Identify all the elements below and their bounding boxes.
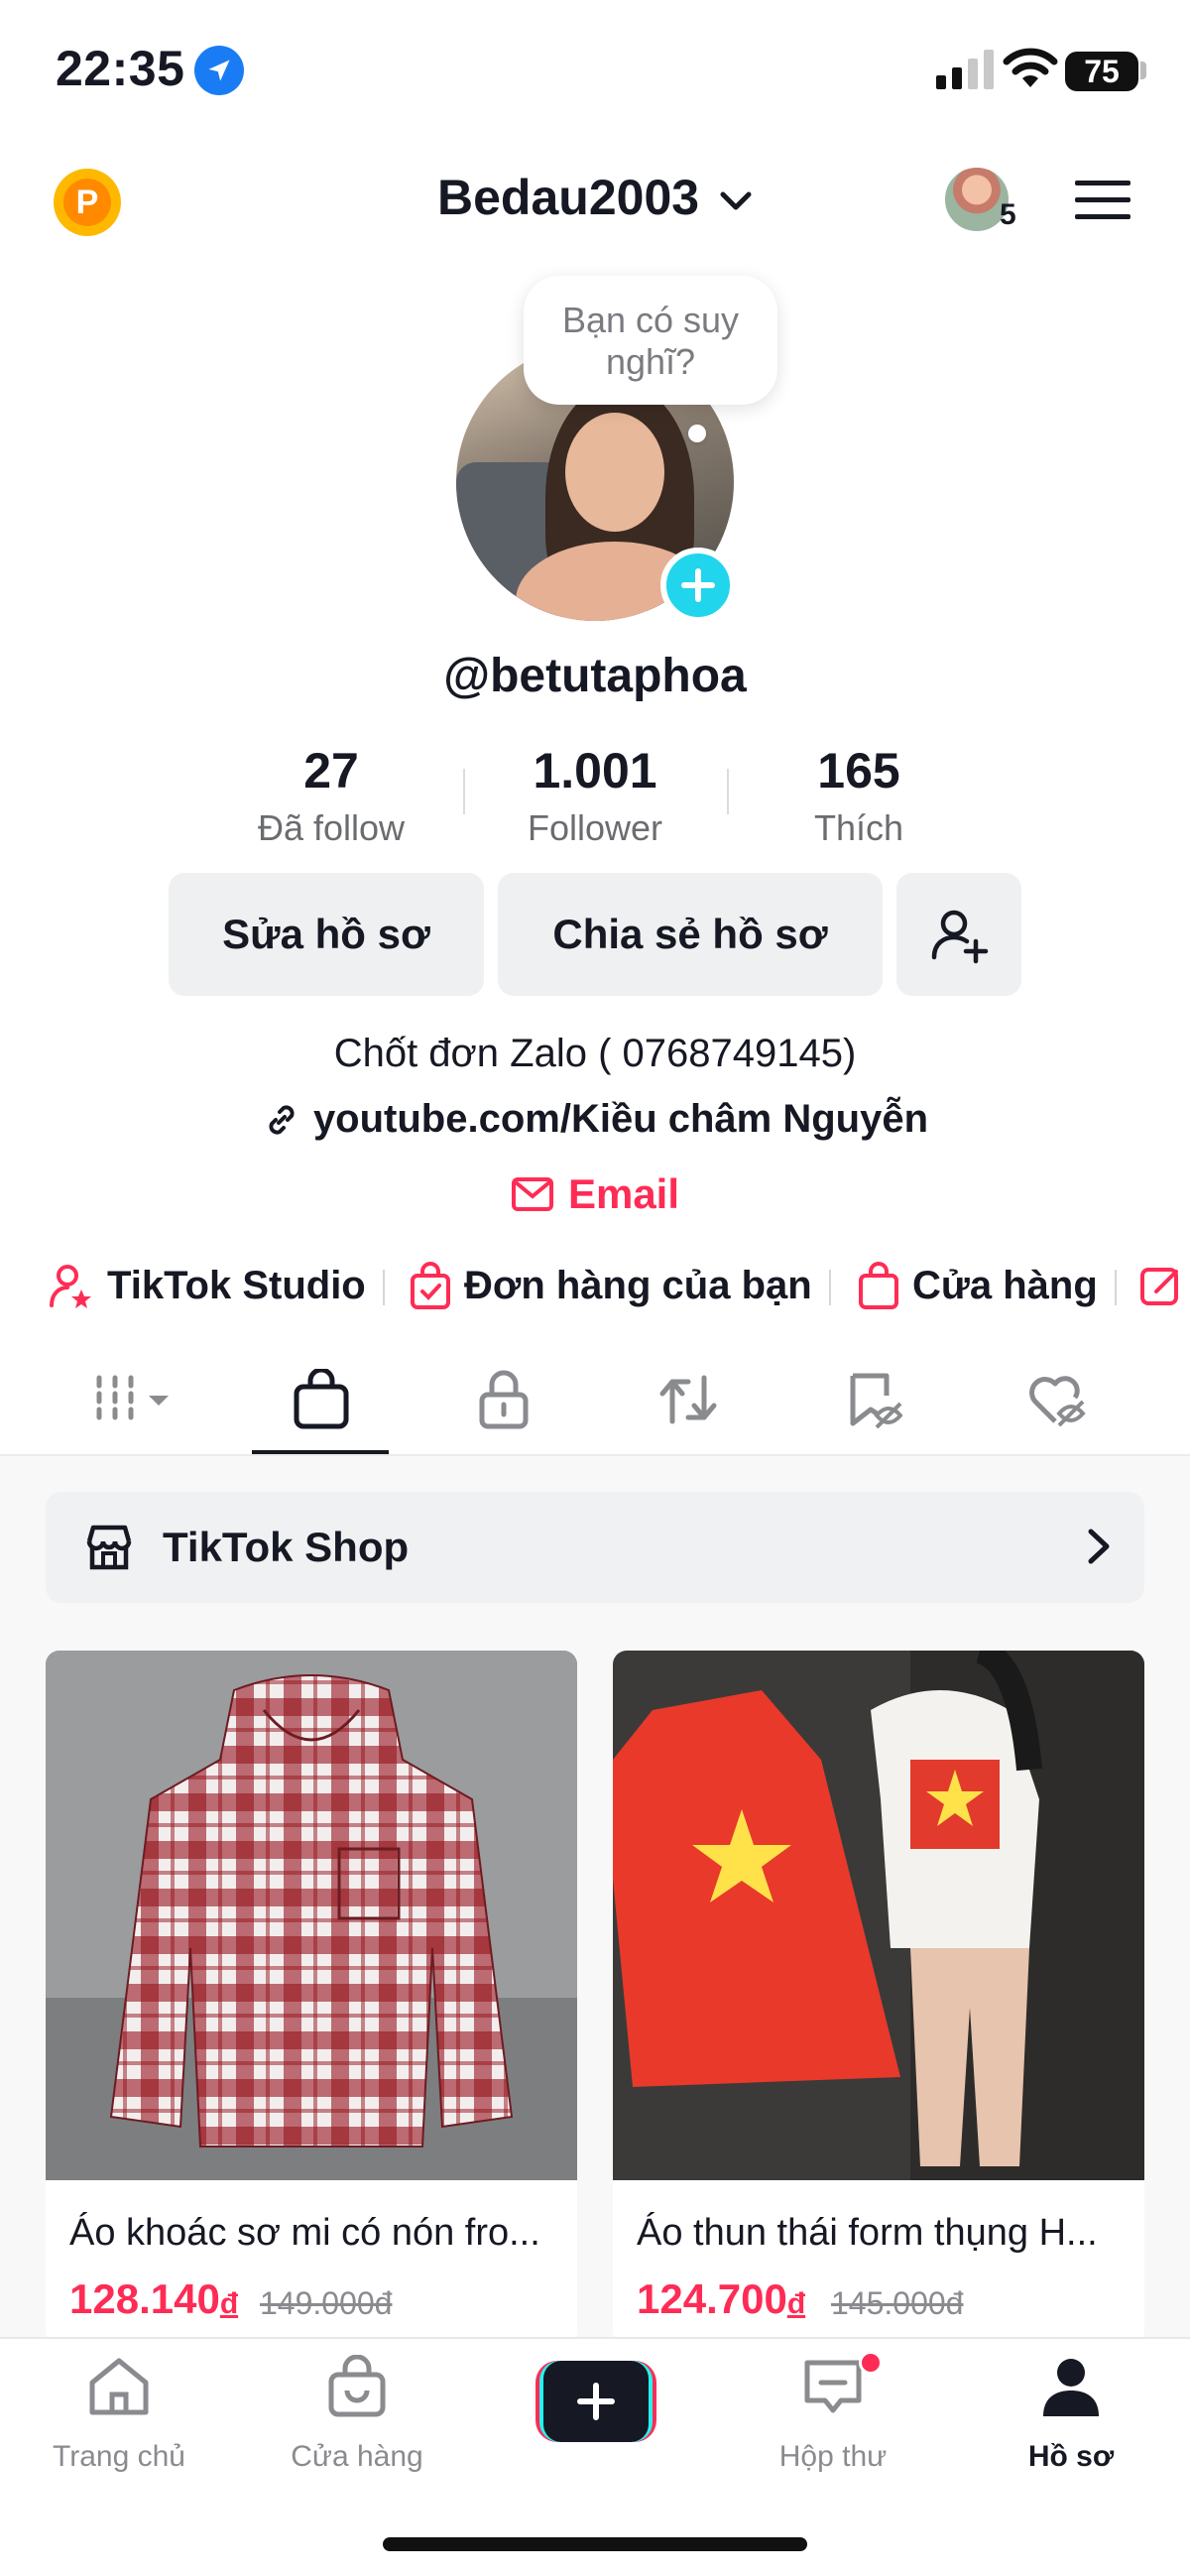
repost-icon bbox=[659, 1375, 717, 1424]
tab-shop[interactable] bbox=[282, 1367, 361, 1432]
product-image bbox=[613, 1651, 1144, 2180]
order-bag-icon bbox=[411, 1262, 450, 1309]
battery-cap bbox=[1140, 61, 1146, 79]
profile-icon bbox=[1043, 2359, 1099, 2416]
quick-link-label: TikTok Studio bbox=[107, 1263, 366, 1307]
quick-link-tiktok-studio[interactable]: TikTok Studio bbox=[48, 1258, 366, 1313]
add-story-button[interactable] bbox=[660, 548, 736, 623]
bio-text: Chốt đơn Zalo ( 0768749145) bbox=[333, 1032, 857, 1075]
email-label: Email bbox=[567, 1170, 680, 1217]
menu-icon[interactable] bbox=[1075, 177, 1130, 224]
quick-link-edit[interactable] bbox=[1138, 1258, 1182, 1313]
stat-followers[interactable]: 1.001 Follower bbox=[486, 742, 704, 849]
stat-value: 1.001 bbox=[533, 743, 657, 798]
link-icon bbox=[269, 1104, 295, 1135]
product-image bbox=[46, 1651, 577, 2180]
quick-link-label: Đơn hàng của bạn bbox=[464, 1263, 812, 1307]
nav-label: Trang chủ bbox=[53, 2440, 185, 2473]
nav-label: Hồ sơ bbox=[1027, 2440, 1115, 2473]
email-button[interactable]: Email bbox=[0, 1170, 1190, 1218]
product-price: 128.140đ bbox=[69, 2275, 238, 2323]
inbox-icon bbox=[804, 2360, 862, 2413]
divider bbox=[1115, 1270, 1117, 1305]
plus-icon bbox=[577, 2383, 615, 2420]
create-button[interactable] bbox=[543, 2361, 649, 2442]
profile-handle: @betutaphoa bbox=[443, 650, 747, 702]
bookmark-hidden-icon bbox=[850, 1373, 902, 1429]
mail-icon bbox=[511, 1177, 553, 1211]
shopping-bag-icon bbox=[859, 1262, 898, 1309]
battery-indicator: 75 bbox=[1065, 52, 1138, 91]
stat-label: Follower bbox=[527, 807, 663, 848]
location-arrow-icon bbox=[194, 46, 244, 95]
divider bbox=[727, 769, 729, 814]
edit-icon bbox=[1140, 1268, 1178, 1305]
thought-bubble[interactable]: Bạn có suy nghĩ? bbox=[524, 276, 777, 405]
shopping-bag-icon bbox=[294, 1369, 349, 1429]
tab-videos[interactable] bbox=[89, 1367, 188, 1432]
username: Bedau2003 bbox=[437, 170, 700, 225]
divider bbox=[463, 769, 465, 814]
creator-star-icon bbox=[50, 1265, 91, 1308]
stat-value: 165 bbox=[817, 743, 900, 798]
thought-bubble-tail bbox=[688, 425, 706, 442]
divider bbox=[383, 1270, 385, 1305]
chevron-down-icon bbox=[720, 191, 752, 210]
currency-symbol: đ bbox=[786, 2287, 806, 2320]
product-old-price: 145.000đ bbox=[831, 2285, 964, 2321]
plus-icon bbox=[681, 568, 715, 602]
tiktok-shop-entry[interactable]: TikTok Shop bbox=[46, 1492, 1144, 1603]
add-user-icon bbox=[931, 910, 989, 964]
quick-link-store[interactable]: Cửa hàng bbox=[857, 1258, 1098, 1313]
bio-link-text: youtube.com/Kiều châm Nguyễn bbox=[312, 1097, 929, 1141]
home-icon bbox=[89, 2358, 149, 2415]
stat-value: 27 bbox=[303, 743, 359, 798]
nav-inbox[interactable]: Hộp thư bbox=[734, 2355, 932, 2474]
quick-link-orders[interactable]: Đơn hàng của bạn bbox=[409, 1258, 812, 1313]
nav-label: Cửa hàng bbox=[291, 2440, 423, 2473]
status-time: 22:35 bbox=[56, 41, 185, 96]
tab-private[interactable] bbox=[464, 1367, 543, 1432]
shopping-bag-icon bbox=[328, 2354, 386, 2417]
nav-shop[interactable]: Cửa hàng bbox=[258, 2354, 456, 2474]
store-icon bbox=[86, 1525, 132, 1570]
edit-profile-button[interactable]: Sửa hồ sơ bbox=[169, 873, 484, 996]
heart-hidden-icon bbox=[1029, 1376, 1086, 1427]
product-card[interactable]: Áo khoác sơ mi có nón fro... 128.140đ 14… bbox=[46, 1651, 577, 2345]
stat-label: Đã follow bbox=[257, 807, 406, 848]
stat-label: Thích bbox=[813, 807, 904, 848]
product-title: Áo khoác sơ mi có nón fro... bbox=[69, 2212, 540, 2254]
product-old-price: 149.000đ bbox=[260, 2285, 393, 2321]
lock-icon bbox=[479, 1370, 529, 1429]
grid-icon bbox=[96, 1375, 169, 1424]
chevron-right-icon bbox=[1088, 1529, 1110, 1564]
shop-bar-label: TikTok Shop bbox=[163, 1524, 410, 1570]
cellular-signal-icon bbox=[936, 50, 994, 89]
quick-link-label: Cửa hàng bbox=[912, 1263, 1098, 1307]
stat-following[interactable]: 27 Đã follow bbox=[222, 742, 440, 849]
tab-liked[interactable] bbox=[1017, 1367, 1097, 1432]
currency-symbol: đ bbox=[219, 2287, 239, 2320]
price-value: 128.140 bbox=[69, 2275, 220, 2322]
friends-count-badge: 5 bbox=[1000, 198, 1016, 231]
nav-home[interactable]: Trang chủ bbox=[20, 2355, 218, 2474]
price-value: 124.700 bbox=[637, 2275, 787, 2322]
share-profile-button[interactable]: Chia sẻ hồ sơ bbox=[498, 873, 883, 996]
wifi-icon bbox=[1003, 48, 1058, 87]
product-card[interactable]: Áo thun thái form thụng H... 124.700đ 14… bbox=[613, 1651, 1144, 2345]
tab-reposts[interactable] bbox=[649, 1367, 728, 1432]
nav-profile[interactable]: Hồ sơ bbox=[972, 2355, 1170, 2474]
add-friend-button[interactable] bbox=[896, 873, 1021, 996]
stat-likes[interactable]: 165 Thích bbox=[750, 742, 968, 849]
nav-label: Hộp thư bbox=[778, 2440, 888, 2473]
notification-dot bbox=[859, 2351, 883, 2375]
home-indicator bbox=[383, 2537, 807, 2551]
tab-saved[interactable] bbox=[835, 1367, 914, 1432]
bio-link[interactable]: youtube.com/Kiều châm Nguyễn bbox=[0, 1097, 1190, 1142]
divider bbox=[829, 1270, 831, 1305]
product-price: 124.700đ bbox=[637, 2275, 805, 2323]
product-title: Áo thun thái form thụng H... bbox=[637, 2212, 1098, 2254]
